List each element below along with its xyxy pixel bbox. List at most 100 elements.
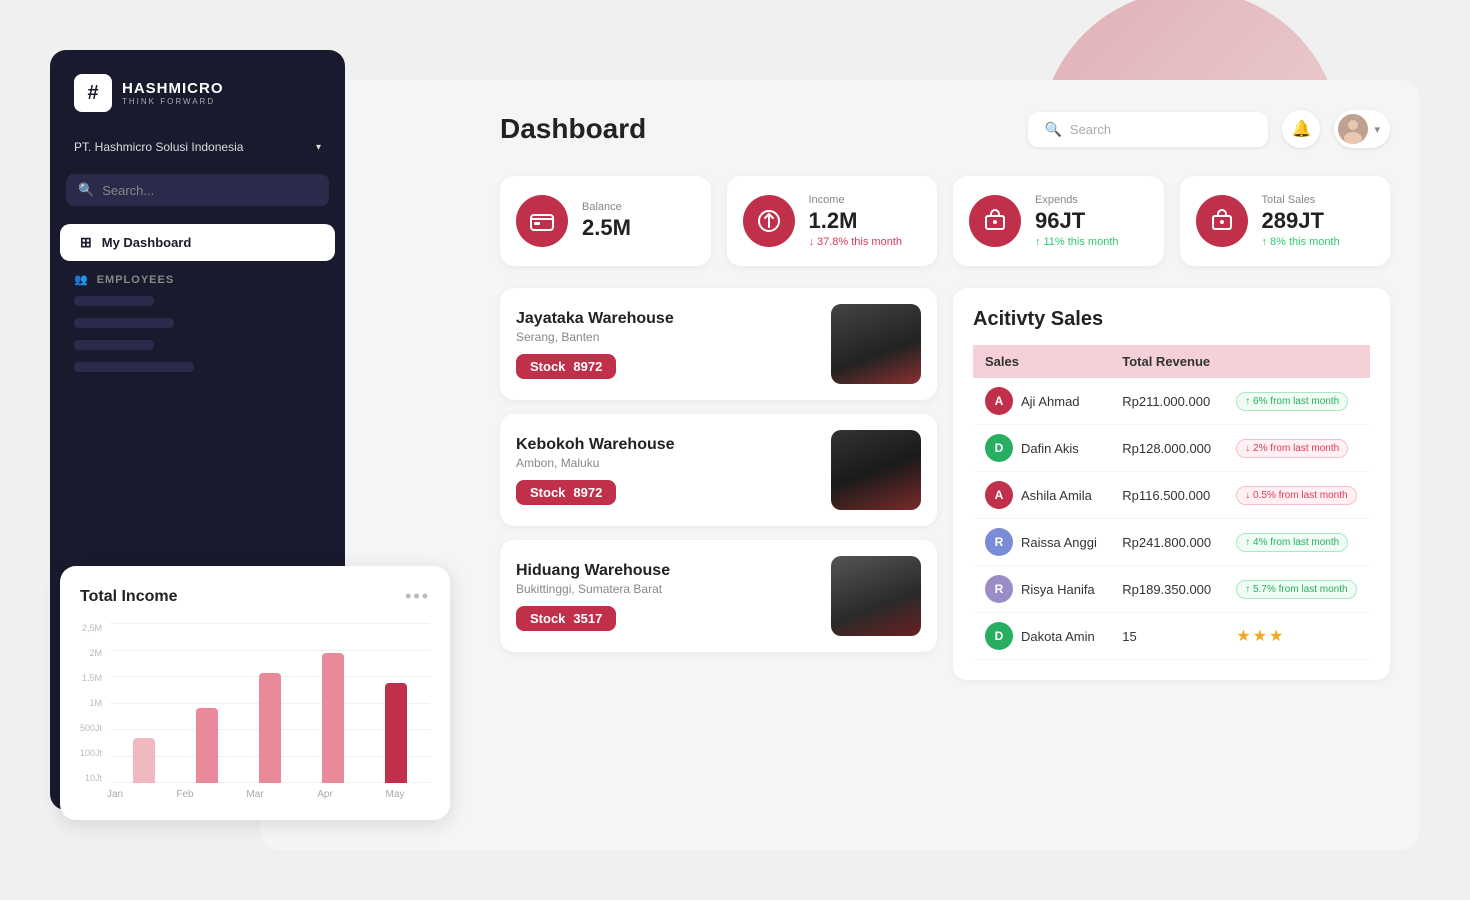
company-name: PT. Hashmicro Solusi Indonesia (74, 140, 243, 154)
dashboard-icon: ⊞ (80, 234, 92, 251)
change-badge: ↓ 0.5% from last month (1236, 486, 1356, 505)
activity-table-body: A Aji Ahmad Rp211.000.000 ↑ 6% from last … (973, 378, 1370, 660)
bar (385, 683, 407, 783)
revenue-0: Rp211.000.000 (1110, 378, 1224, 425)
avatar-button[interactable]: ▾ (1334, 110, 1390, 148)
change-3: ↑ 4% from last month (1224, 519, 1370, 566)
chart-y-label: 1M (80, 698, 102, 708)
revenue-3: Rp241.800.000 (1110, 519, 1224, 566)
search-input[interactable] (1070, 122, 1253, 137)
stat-value-expends: 96JT (1035, 208, 1148, 234)
table-row: R Risya Hanifa Rp189.350.000↑ 5.7% from … (973, 566, 1370, 613)
chart-y-label: 500Jt (80, 723, 102, 733)
bar-group (322, 653, 344, 783)
change-badge: ↓ 2% from last month (1236, 439, 1348, 458)
chart-bars (110, 623, 430, 783)
bar (259, 673, 281, 783)
stat-info-income: Income 1.2M ↓ 37.8% this month (809, 194, 922, 248)
chart-y-label: 2M (80, 648, 102, 658)
topbar-right: 🔍 🔔 ▾ (1028, 110, 1390, 148)
table-row: A Ashila Amila Rp116.500.000↓ 0.5% from … (973, 472, 1370, 519)
sales-name-5: D Dakota Amin (973, 613, 1110, 660)
stock-badge-1: Stock 8972 (516, 480, 616, 505)
sidebar-search-box[interactable]: 🔍 (66, 174, 329, 206)
stat-card-expends: Expends 96JT ↑ 11% this month (953, 176, 1164, 266)
logo-main-text: HASHMICRO (122, 80, 224, 97)
stat-info-expends: Expends 96JT ↑ 11% this month (1035, 194, 1148, 248)
bar-group (259, 673, 281, 783)
stat-value-balance: 2.5M (582, 215, 695, 241)
stat-card-totalsales: Total Sales 289JT ↑ 8% this month (1180, 176, 1391, 266)
change-badge: ↑ 4% from last month (1236, 533, 1348, 552)
table-row: D Dafin Akis Rp128.000.000↓ 2% from last… (973, 425, 1370, 472)
chart-area: 2,5M 2M 1,5M 1M 500Jt 100Jt 10Jt (80, 623, 430, 783)
chart-more-button[interactable]: ••• (405, 586, 430, 607)
logo-text: HASHMICRO THINK FORWARD (122, 80, 224, 106)
activity-table: Sales Total Revenue A Aji Ahmad Rp211.00… (973, 345, 1370, 660)
bar (196, 708, 218, 783)
totalsales-icon (1196, 195, 1248, 247)
sales-name-0: A Aji Ahmad (973, 378, 1110, 425)
sidebar-item-dashboard[interactable]: ⊞ My Dashboard (60, 224, 335, 261)
bar (322, 653, 344, 783)
nav-placeholder-2 (74, 318, 174, 328)
chart-x-label: Feb (150, 789, 220, 800)
bottom-section: Jayataka Warehouse Serang, Banten Stock … (500, 288, 1390, 680)
stat-label-income: Income (809, 194, 922, 206)
revenue-1: Rp128.000.000 (1110, 425, 1224, 472)
warehouse-card-0: Jayataka Warehouse Serang, Banten Stock … (500, 288, 937, 400)
warehouse-location-1: Ambon, Maluku (516, 456, 675, 470)
chart-y-label: 10Jt (80, 773, 102, 783)
change-0: ↑ 6% from last month (1224, 378, 1370, 425)
stock-label-2: Stock (530, 611, 565, 626)
stat-change-text-totalsales: 8% this month (1270, 236, 1340, 248)
stat-value-totalsales: 289JT (1262, 208, 1375, 234)
change-badge: ↑ 6% from last month (1236, 392, 1348, 411)
income-chart-card: Total Income ••• 2,5M2M1,5M1M500Jt100Jt1… (60, 566, 450, 820)
chart-y-labels: 2,5M 2M 1,5M 1M 500Jt 100Jt 10Jt (80, 623, 102, 783)
col-revenue: Total Revenue (1110, 345, 1224, 378)
bell-icon: 🔔 (1292, 119, 1312, 139)
nav-placeholder-1 (74, 296, 154, 306)
warehouse-image-2 (831, 556, 921, 636)
sales-name-4: R Risya Hanifa (973, 566, 1110, 613)
expends-icon (969, 195, 1021, 247)
change-1: ↓ 2% from last month (1224, 425, 1370, 472)
col-change (1224, 345, 1370, 378)
search-icon: 🔍 (1044, 121, 1061, 138)
sidebar-item-label: My Dashboard (102, 235, 192, 250)
activity-table-header: Sales Total Revenue (973, 345, 1370, 378)
company-selector[interactable]: PT. Hashmicro Solusi Indonesia ▾ (50, 132, 345, 162)
chart-x-label: Apr (290, 789, 360, 800)
employees-icon: 👥 (74, 273, 89, 286)
stock-label-0: Stock (530, 359, 565, 374)
stat-label-balance: Balance (582, 201, 695, 213)
activity-sales-card: Acitivty Sales Sales Total Revenue A Aji… (953, 288, 1390, 680)
sidebar-search-icon: 🔍 (78, 182, 94, 198)
stock-badge-2: Stock 3517 (516, 606, 616, 631)
chart-bars-area (110, 623, 430, 783)
stat-value-income: 1.2M (809, 208, 922, 234)
sales-name-3: R Raissa Anggi (973, 519, 1110, 566)
chart-y-label: 2,5M (80, 623, 102, 633)
sales-name-2: A Ashila Amila (973, 472, 1110, 519)
change-2: ↓ 0.5% from last month (1224, 472, 1370, 519)
balance-icon (516, 195, 568, 247)
sidebar-logo: # HASHMICRO THINK FORWARD (50, 74, 345, 132)
notification-button[interactable]: 🔔 (1282, 110, 1320, 148)
stat-change-totalsales: ↑ 8% this month (1262, 236, 1375, 248)
table-row: R Raissa Anggi Rp241.800.000 ↑ 4% from la… (973, 519, 1370, 566)
chart-y-label: 100Jt (80, 748, 102, 758)
warehouse-image-0 (831, 304, 921, 384)
chart-y-label: 1,5M (80, 673, 102, 683)
page-title: Dashboard (500, 113, 646, 145)
sidebar-search-input[interactable] (102, 183, 317, 198)
warehouse-card-1: Kebokoh Warehouse Ambon, Maluku Stock 89… (500, 414, 937, 526)
bar-group (385, 683, 407, 783)
warehouse-name-0: Jayataka Warehouse (516, 310, 674, 328)
stat-change-expends: ↑ 11% this month (1035, 236, 1148, 248)
chart-x-label: May (360, 789, 430, 800)
search-box[interactable]: 🔍 (1028, 112, 1268, 147)
chart-x-label: Jan (80, 789, 150, 800)
stat-label-expends: Expends (1035, 194, 1148, 206)
